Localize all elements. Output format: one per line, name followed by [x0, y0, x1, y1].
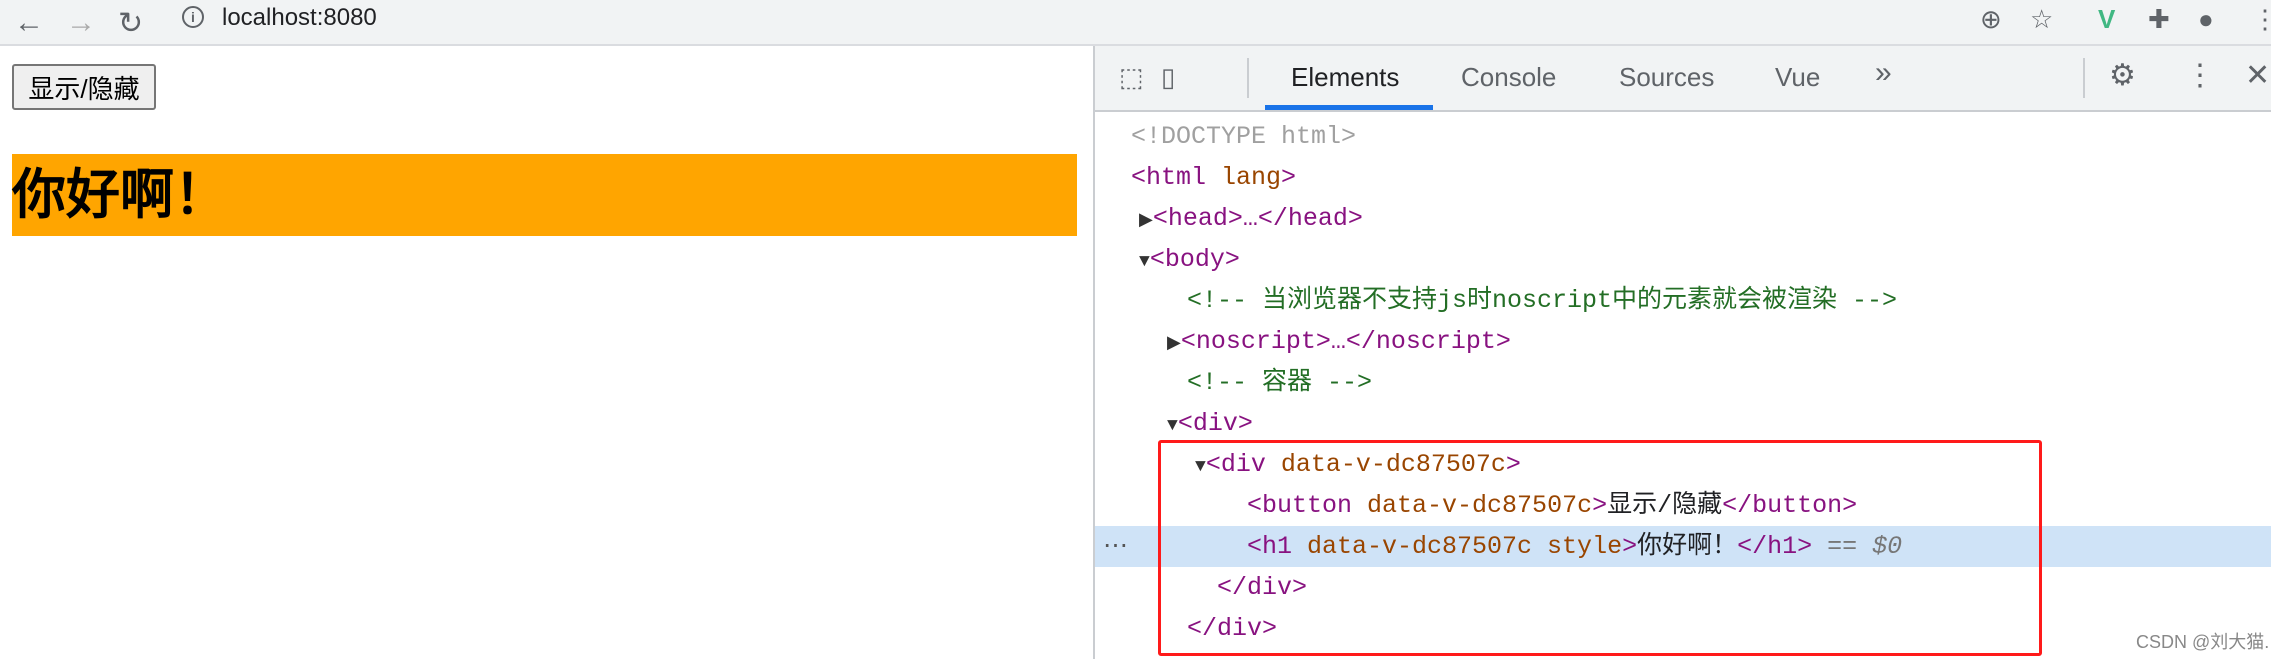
divider — [1247, 58, 1249, 98]
address-bar[interactable] — [168, 0, 1888, 38]
tree-node[interactable]: <!DOCTYPE html> — [1095, 116, 2271, 157]
tab-console[interactable]: Console — [1461, 62, 1556, 93]
inspect-icon[interactable]: ⬚ — [1119, 62, 1144, 93]
star-icon[interactable]: ☆ — [2030, 4, 2053, 35]
ellipsis-icon[interactable]: ⋯ — [1103, 526, 1128, 567]
tree-node[interactable]: </div> — [1095, 608, 2271, 649]
tree-node[interactable]: ▼<div> — [1095, 403, 2271, 444]
close-icon[interactable]: ✕ — [2245, 58, 2270, 93]
more-tabs-icon[interactable]: » — [1875, 56, 1892, 90]
collapse-triangle-icon[interactable]: ▼ — [1167, 416, 1178, 436]
tree-node[interactable]: <!-- 当浏览器不支持js时noscript中的元素就会被渲染 --> — [1095, 280, 2271, 321]
active-tab-indicator — [1265, 105, 1433, 110]
expand-triangle-icon[interactable]: ▶ — [1139, 211, 1153, 231]
tree-node[interactable]: <!-- 容器 --> — [1095, 362, 2271, 403]
url-text[interactable]: localhost:8080 — [222, 4, 377, 32]
tree-node[interactable]: ▶<head>…</head> — [1095, 198, 2271, 239]
tab-sources[interactable]: Sources — [1619, 62, 1714, 93]
back-icon[interactable]: ← — [14, 6, 44, 40]
tree-node[interactable]: <html lang> — [1095, 157, 2271, 198]
browser-toolbar: ← → ↻ i localhost:8080 ⊕ ☆ V ✚ ● ⋮ — [0, 0, 2271, 46]
collapse-triangle-icon[interactable]: ▼ — [1195, 457, 1206, 477]
devtools-panel: ⬚ ▯ Elements Console Sources Vue » ⚙ ⋮ ✕… — [1093, 46, 2271, 659]
vue-extension-icon[interactable]: V — [2098, 4, 2115, 35]
tab-elements[interactable]: Elements — [1291, 62, 1399, 93]
watermark: CSDN @刘大猫. — [2136, 632, 2270, 652]
heading: 你好啊！ — [12, 154, 1077, 236]
toggle-button[interactable]: 显示/隐藏 — [12, 64, 156, 110]
device-toolbar-icon[interactable]: ▯ — [1161, 62, 1175, 93]
forward-icon[interactable]: → — [66, 6, 96, 40]
reload-icon[interactable]: ↻ — [118, 6, 143, 41]
expand-triangle-icon[interactable]: ▶ — [1167, 334, 1181, 354]
tree-node[interactable]: ▶<noscript>…</noscript> — [1095, 321, 2271, 362]
extensions-icon[interactable]: ✚ — [2148, 4, 2170, 35]
profile-icon[interactable]: ● — [2198, 4, 2214, 35]
more-options-icon[interactable]: ⋮ — [2185, 58, 2215, 93]
tab-vue[interactable]: Vue — [1775, 62, 1820, 93]
zoom-icon[interactable]: ⊕ — [1980, 4, 2002, 35]
tree-node[interactable]: ▼<body> — [1095, 239, 2271, 280]
tree-node-selected[interactable]: ⋯ <h1 data-v-dc87507c style>你好啊！</h1> == … — [1095, 526, 2271, 567]
settings-icon[interactable]: ⚙ — [2109, 58, 2136, 93]
info-icon[interactable]: i — [182, 6, 204, 28]
menu-icon[interactable]: ⋮ — [2252, 4, 2271, 35]
tree-node[interactable]: ▼<div data-v-dc87507c> — [1095, 444, 2271, 485]
tree-node[interactable]: </div> — [1095, 567, 2271, 608]
divider — [2083, 58, 2085, 98]
devtools-tabbar: ⬚ ▯ Elements Console Sources Vue » ⚙ ⋮ ✕ — [1095, 46, 2271, 112]
tree-node[interactable]: <button data-v-dc87507c>显示/隐藏</button> — [1095, 485, 2271, 526]
collapse-triangle-icon[interactable]: ▼ — [1139, 252, 1150, 272]
